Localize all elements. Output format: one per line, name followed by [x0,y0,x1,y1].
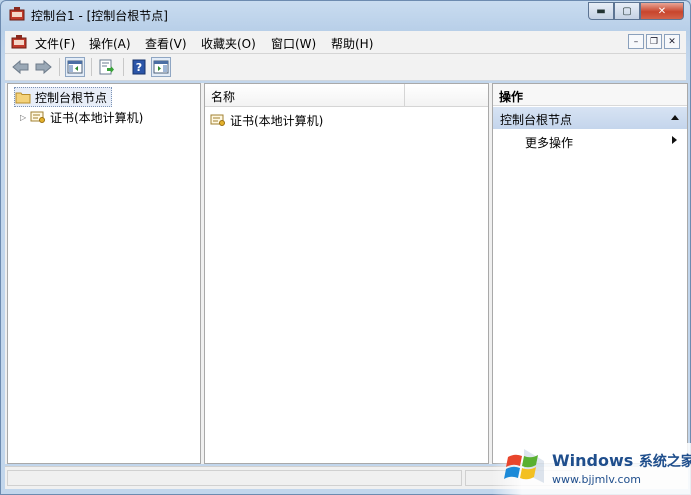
collapse-up-arrow-icon[interactable] [671,115,679,120]
back-button[interactable] [11,57,31,77]
watermark-brand-suffix: 系统之家 [638,454,691,470]
mdi-buttons: – ❐ ✕ [628,34,680,49]
watermark-url: www.bjjmlv.com [552,473,641,486]
console-menu-icon[interactable] [11,35,27,49]
folder-icon [15,92,31,103]
menu-help[interactable]: 帮助(H) [331,35,373,52]
maximize-button[interactable]: ▢ [614,2,640,20]
column-header-name[interactable]: 名称 [205,84,405,106]
status-cell-main [7,470,462,486]
actions-pane: 操作 控制台根节点 更多操作 [492,83,688,464]
actions-group-header[interactable]: 控制台根节点 [493,107,687,129]
action-pane-toggle-button[interactable] [151,57,171,77]
console-tree-pane[interactable]: 控制台根节点 ▷ 证书(本地计算机) [7,83,201,464]
mdi-minimize-button[interactable]: – [628,34,644,49]
menu-favorites[interactable]: 收藏夹(O) [201,35,256,52]
result-list-pane[interactable]: 名称 证书(本地计算机) [204,83,489,464]
tree-node-certificates[interactable]: ▷ 证书(本地计算机) [20,108,143,126]
toolbar: ? [5,54,686,81]
menu-view[interactable]: 查看(V) [145,35,187,52]
export-list-button[interactable] [97,57,117,77]
toolbar-separator [123,58,124,76]
tree-root-node[interactable]: 控制台根节点 [14,87,113,107]
menu-file[interactable]: 文件(F) [35,35,75,52]
action-more-actions[interactable]: 更多操作 [525,134,573,151]
mdi-restore-icon: ❐ [649,36,659,47]
list-column-header: 名称 [205,84,488,107]
svg-text:?: ? [136,61,142,74]
certificate-icon [30,111,45,123]
minimize-icon: ▬ [596,5,606,17]
menu-bar: 文件(F) 操作(A) 查看(V) 收藏夹(O) 窗口(W) 帮助(H) – ❐… [5,31,686,54]
watermark-brand: Windows [552,451,634,470]
back-arrow-icon [12,59,29,75]
close-icon: ✕ [657,5,667,17]
close-button[interactable]: ✕ [640,2,684,20]
toolbar-separator [59,58,60,76]
menu-action[interactable]: 操作(A) [89,35,131,52]
list-item[interactable]: 证书(本地计算机) [210,111,323,129]
list-item-label: 证书(本地计算机) [230,113,324,128]
submenu-arrow-icon [672,136,677,144]
expand-triangle-icon[interactable]: ▷ [20,113,30,122]
tree-root-label: 控制台根节点 [35,90,108,105]
help-icon: ? [132,59,146,75]
mdi-close-button[interactable]: ✕ [664,34,680,49]
help-button[interactable]: ? [129,57,149,77]
actions-pane-title: 操作 [493,84,687,106]
menu-window[interactable]: 窗口(W) [271,35,316,52]
certificate-icon [210,114,225,126]
maximize-icon: ▢ [622,5,632,17]
watermark-title: Windows 系统之家 [552,451,691,471]
tree-node-label: 证书(本地计算机) [50,110,144,125]
mmc-window: 控制台1 - [控制台根节点] ▬ ▢ ✕ 文件(F) 操作(A) 查看(V) … [0,0,691,495]
mdi-minimize-icon: – [633,36,639,47]
watermark: Windows 系统之家 www.bjjmlv.com [492,443,691,495]
caption-buttons: ▬ ▢ ✕ [588,2,684,21]
column-name-label: 名称 [211,90,236,104]
client-area: 控制台根节点 ▷ 证书(本地计算机) 名称 证书(本地计算机) 操作 控制台根节… [5,83,688,464]
window-title: 控制台1 - [控制台根节点] [31,9,168,23]
minimize-button[interactable]: ▬ [588,2,614,20]
console-app-icon [9,7,25,21]
mdi-close-icon: ✕ [668,36,676,47]
console-tree-toggle-button[interactable] [65,57,85,77]
export-list-icon [99,59,114,75]
toolbar-separator [91,58,92,76]
show-hide-action-pane-icon [153,60,169,74]
forward-button[interactable] [33,57,53,77]
windows-logo-icon [504,449,544,483]
title-bar[interactable]: 控制台1 - [控制台根节点] ▬ ▢ ✕ [1,1,690,27]
mdi-restore-button[interactable]: ❐ [646,34,662,49]
forward-arrow-icon [35,59,52,75]
show-hide-console-tree-icon [67,60,83,74]
actions-group-label: 控制台根节点 [500,113,573,127]
